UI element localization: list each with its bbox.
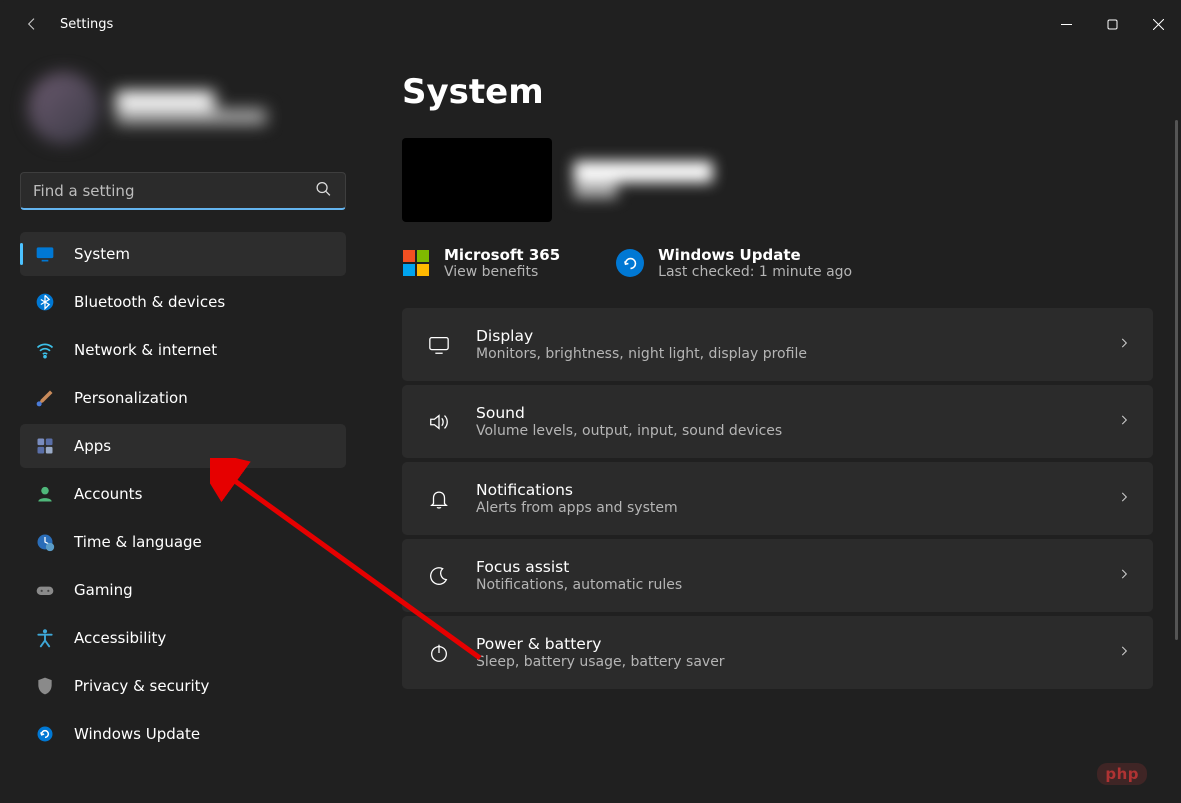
card-title: Display [476, 327, 1117, 345]
maximize-button[interactable] [1089, 8, 1135, 40]
sidebar-item-system[interactable]: System [20, 232, 346, 276]
search-box [20, 172, 346, 210]
person-icon [34, 483, 56, 505]
promo-windows-update[interactable]: Windows Update Last checked: 1 minute ag… [616, 246, 852, 280]
sidebar-item-label: Bluetooth & devices [74, 293, 225, 311]
profile-block[interactable]: ████████ ███████████████ [20, 48, 346, 172]
promo-sub: Last checked: 1 minute ago [658, 264, 852, 280]
scrollbar[interactable] [1175, 120, 1178, 640]
card-title: Notifications [476, 481, 1117, 499]
chevron-right-icon [1117, 643, 1131, 662]
moon-icon [424, 565, 454, 587]
sidebar-item-bluetooth[interactable]: Bluetooth & devices [20, 280, 346, 324]
wifi-icon [34, 339, 56, 361]
sidebar-item-label: Accounts [74, 485, 142, 503]
apps-icon [34, 435, 56, 457]
ms365-icon [402, 249, 430, 277]
sidebar-item-accounts[interactable]: Accounts [20, 472, 346, 516]
sidebar-item-personalization[interactable]: Personalization [20, 376, 346, 420]
bluetooth-icon [34, 291, 56, 313]
card-sub: Monitors, brightness, night light, displ… [476, 346, 1117, 362]
search-icon [315, 181, 332, 202]
minimize-button[interactable] [1043, 8, 1089, 40]
card-title: Focus assist [476, 558, 1117, 576]
watermark: php [1097, 763, 1147, 785]
device-name: ██████████ [574, 162, 712, 183]
titlebar: Settings [0, 0, 1181, 48]
sidebar-item-time[interactable]: Time & language [20, 520, 346, 564]
sidebar: ████████ ███████████████ System Bluetoot… [0, 48, 360, 803]
power-icon [424, 642, 454, 664]
sidebar-item-accessibility[interactable]: Accessibility [20, 616, 346, 660]
sidebar-item-apps[interactable]: Apps [20, 424, 346, 468]
card-notifications[interactable]: Notifications Alerts from apps and syste… [402, 462, 1153, 535]
close-button[interactable] [1135, 8, 1181, 40]
device-thumbnail [402, 138, 552, 222]
device-model: ████ [574, 183, 712, 199]
chevron-right-icon [1117, 566, 1131, 585]
windows-update-icon [616, 249, 644, 277]
display-icon [424, 334, 454, 356]
sidebar-item-label: Gaming [74, 581, 133, 599]
profile-email: ███████████████ [116, 110, 266, 125]
sidebar-item-gaming[interactable]: Gaming [20, 568, 346, 612]
app-title: Settings [60, 17, 113, 32]
nav-list: System Bluetooth & devices Network & int… [20, 232, 346, 756]
sidebar-item-label: Network & internet [74, 341, 217, 359]
update-icon [34, 723, 56, 745]
chevron-right-icon [1117, 412, 1131, 431]
sidebar-item-label: System [74, 245, 130, 263]
card-display[interactable]: Display Monitors, brightness, night ligh… [402, 308, 1153, 381]
chevron-right-icon [1117, 335, 1131, 354]
sidebar-item-network[interactable]: Network & internet [20, 328, 346, 372]
display-icon [34, 243, 56, 265]
card-sub: Volume levels, output, input, sound devi… [476, 423, 1117, 439]
promo-title: Windows Update [658, 246, 852, 264]
shield-icon [34, 675, 56, 697]
back-button[interactable] [12, 16, 52, 32]
promo-sub: View benefits [444, 264, 560, 280]
avatar [28, 72, 100, 144]
sound-icon [424, 411, 454, 433]
card-focus-assist[interactable]: Focus assist Notifications, automatic ru… [402, 539, 1153, 612]
search-input[interactable] [20, 172, 346, 210]
card-title: Power & battery [476, 635, 1117, 653]
page-title: System [402, 72, 1153, 112]
chevron-right-icon [1117, 489, 1131, 508]
promo-ms365[interactable]: Microsoft 365 View benefits [402, 246, 560, 280]
bell-icon [424, 488, 454, 510]
promo-title: Microsoft 365 [444, 246, 560, 264]
card-sub: Alerts from apps and system [476, 500, 1117, 516]
card-sound[interactable]: Sound Volume levels, output, input, soun… [402, 385, 1153, 458]
sidebar-item-label: Windows Update [74, 725, 200, 743]
card-power[interactable]: Power & battery Sleep, battery usage, ba… [402, 616, 1153, 689]
gamepad-icon [34, 579, 56, 601]
sidebar-item-label: Accessibility [74, 629, 166, 647]
brush-icon [34, 387, 56, 409]
card-sub: Sleep, battery usage, battery saver [476, 654, 1117, 670]
sidebar-item-label: Apps [74, 437, 111, 455]
sidebar-item-label: Privacy & security [74, 677, 209, 695]
main-pane: System ██████████ ████ Microsoft 365 Vie… [360, 48, 1181, 803]
sidebar-item-label: Personalization [74, 389, 188, 407]
sidebar-item-privacy[interactable]: Privacy & security [20, 664, 346, 708]
sidebar-item-label: Time & language [74, 533, 202, 551]
clock-globe-icon [34, 531, 56, 553]
sidebar-item-update[interactable]: Windows Update [20, 712, 346, 756]
device-info-row: ██████████ ████ [402, 138, 1153, 222]
profile-name: ████████ [116, 91, 266, 110]
accessibility-icon [34, 627, 56, 649]
card-sub: Notifications, automatic rules [476, 577, 1117, 593]
card-title: Sound [476, 404, 1117, 422]
